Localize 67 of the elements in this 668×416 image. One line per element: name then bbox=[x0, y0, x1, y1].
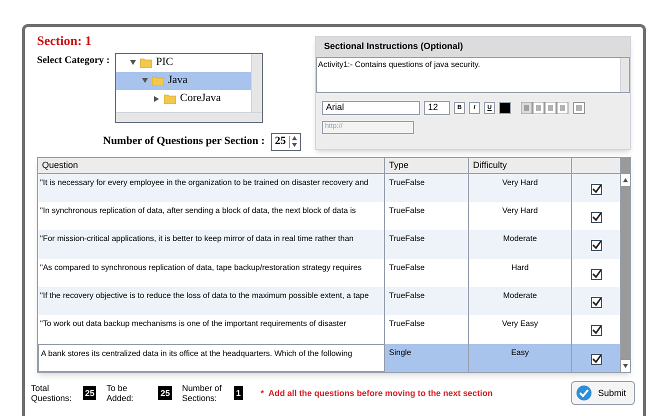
panel-header: Sectional Instructions (Optional) bbox=[316, 37, 630, 57]
check-icon bbox=[592, 270, 600, 279]
folder-icon bbox=[152, 76, 164, 86]
table-cell: Easy bbox=[469, 344, 572, 372]
vertical-scrollbar[interactable] bbox=[620, 58, 629, 92]
color-swatch[interactable] bbox=[499, 102, 511, 114]
check-icon bbox=[592, 298, 600, 308]
table-row[interactable]: A bank stores its centralized data in its office at the headquarters. Which of the following Single Easy bbox=[38, 344, 620, 372]
expanded-arrow-icon[interactable] bbox=[130, 60, 136, 66]
submit-button[interactable]: Submit bbox=[570, 381, 635, 405]
up-arrow-icon[interactable] bbox=[623, 178, 628, 182]
tree-item[interactable]: CoreJava bbox=[116, 90, 251, 108]
vertical-scrollbar[interactable] bbox=[251, 54, 262, 112]
check-icon bbox=[592, 326, 600, 336]
size-select[interactable]: 12 bbox=[424, 101, 450, 115]
checkbox[interactable] bbox=[590, 297, 602, 308]
stat-value: 25 bbox=[158, 386, 172, 400]
checkbox[interactable] bbox=[590, 184, 602, 195]
field-label: Number of Questions per Section : bbox=[103, 134, 265, 150]
table-row[interactable]: "If the recovery objective is to reduce the loss of data to the maximum possible extent, a tape TrueFalse Moderate bbox=[38, 287, 620, 316]
column-header[interactable]: Type bbox=[385, 158, 469, 173]
instructions-text: Activity1:- Contains questions of java security. bbox=[317, 59, 482, 71]
folder-icon bbox=[164, 94, 176, 104]
expanded-arrow-icon[interactable] bbox=[142, 78, 148, 84]
collapsed-arrow-icon[interactable] bbox=[154, 96, 160, 102]
checkbox[interactable] bbox=[590, 212, 602, 224]
down-arrow-icon[interactable] bbox=[292, 142, 297, 148]
folder-icon bbox=[140, 58, 152, 68]
table-row[interactable]: "It is necessary for every employee in the organization to be trained on disaster recovery and TrueFalse Very Hard bbox=[38, 174, 620, 202]
list-button-icon[interactable] bbox=[573, 102, 585, 114]
category-tree[interactable]: PIC Java CoreJava bbox=[115, 52, 263, 122]
down-arrow-icon[interactable] bbox=[623, 364, 628, 368]
instructions-editor[interactable]: Activity1:- Contains questions of java security. bbox=[316, 57, 630, 93]
warning-note: * Add all the questions before moving to the next section bbox=[260, 388, 493, 398]
column-header[interactable]: Question bbox=[38, 158, 385, 173]
checkbox[interactable] bbox=[590, 325, 602, 336]
section-title: Section: 1 bbox=[37, 32, 93, 50]
checkbox[interactable] bbox=[590, 240, 602, 252]
stat-value: 25 bbox=[83, 386, 96, 400]
tree-item[interactable]: PIC bbox=[116, 54, 251, 72]
vertical-scrollbar[interactable] bbox=[620, 158, 630, 372]
stat-label: Number of Sections: bbox=[182, 383, 223, 403]
field-label: Select Category : bbox=[37, 54, 111, 68]
tree-label: PIC bbox=[156, 55, 174, 70]
tree-label: Java bbox=[168, 73, 188, 88]
stat-label: To be Added: bbox=[106, 383, 134, 403]
horizontal-scrollbar[interactable] bbox=[116, 112, 262, 122]
column-header[interactable]: Difficulty bbox=[469, 158, 572, 173]
tree-label: CoreJava bbox=[180, 91, 221, 106]
stat-label: Total Questions: bbox=[31, 383, 73, 403]
checkbox[interactable] bbox=[590, 354, 602, 365]
align-buttons-icon[interactable] bbox=[521, 102, 569, 114]
tree-item[interactable]: Java bbox=[116, 72, 251, 90]
checkbox[interactable] bbox=[590, 268, 602, 280]
up-arrow-icon[interactable] bbox=[292, 136, 297, 140]
font-select[interactable]: Arial bbox=[322, 101, 420, 115]
table-cell: A bank stores its centralized data in its office at the headquarters. Which of the following bbox=[38, 344, 385, 372]
check-icon bbox=[592, 184, 600, 194]
table-cell: Single bbox=[385, 344, 469, 372]
check-icon bbox=[592, 241, 600, 250]
table-row[interactable]: "For mission-critical applications, it is better to keep mirror of data in real time rather than TrueFalse Moderate bbox=[38, 230, 620, 259]
check-circle-icon bbox=[576, 385, 592, 401]
check-icon bbox=[592, 354, 600, 364]
check-icon bbox=[592, 213, 600, 222]
stat-value: 1 bbox=[234, 386, 243, 400]
table-row[interactable]: "In synchronous replication of data, after sending a block of data, the next block of data is TrueFalse Very Hard bbox=[38, 202, 620, 230]
number-spinner[interactable]: 25 bbox=[270, 132, 301, 150]
